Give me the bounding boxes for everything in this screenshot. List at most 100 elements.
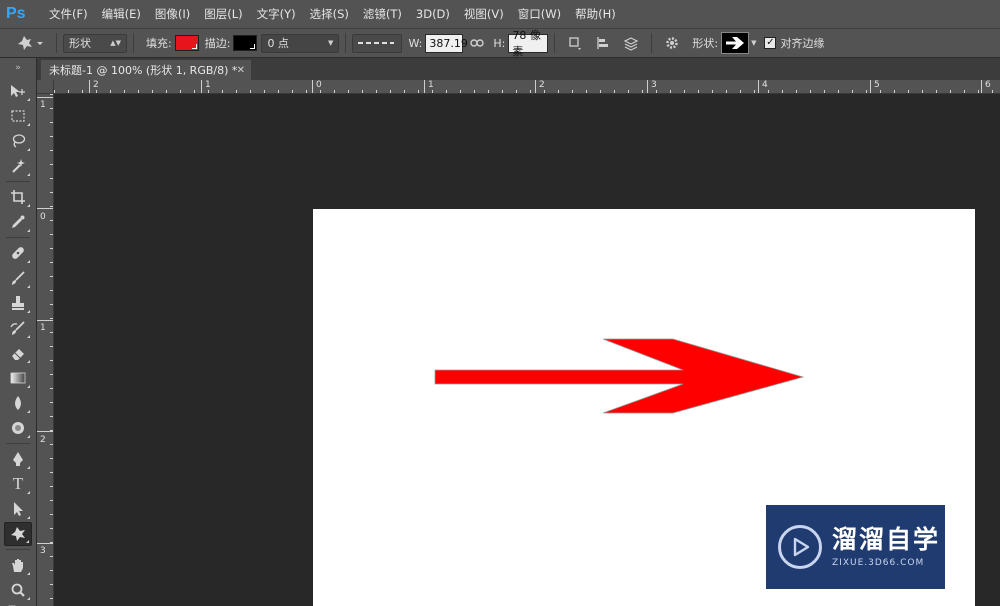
ruler-ticks xyxy=(54,80,993,93)
path-alignment-icon xyxy=(597,37,609,49)
photoshop-logo: Ps xyxy=(6,5,26,22)
gear-icon xyxy=(666,37,679,49)
stroke-color-swatch[interactable] xyxy=(233,35,258,51)
marquee-tool-icon[interactable] xyxy=(4,104,32,128)
path-arrangement-icon xyxy=(624,37,639,51)
watermark-title: 溜溜自学 xyxy=(832,525,941,555)
watermark-url: ZIXUE.3D66.COM xyxy=(832,557,925,568)
crop-tool-icon[interactable] xyxy=(4,185,32,209)
stroke-label: 描边: xyxy=(204,37,231,50)
menu-image[interactable]: 图像(I) xyxy=(148,6,197,22)
menu-type[interactable]: 文字(Y) xyxy=(250,6,303,22)
path-selection-tool-icon[interactable] xyxy=(4,497,32,521)
document-tab-bar: 未标题-1 @ 100% (形状 1, RGB/8) * ✕ xyxy=(37,58,1000,80)
panel-collapse-icon[interactable]: » xyxy=(0,58,36,78)
ruler-tick-label: 3 xyxy=(40,546,46,556)
tool-mode-value: 形状 xyxy=(69,37,91,50)
align-edges-label: 对齐边缘 xyxy=(780,37,825,50)
options-bar: 形状 ▲▼ 填充: 描边: 0 点 ▼ W: 387.19 H: 78 像素 形… xyxy=(0,28,1000,58)
ruler-tick-label: 1 xyxy=(205,80,211,90)
path-arrangement-button[interactable] xyxy=(620,33,642,53)
menu-view[interactable]: 视图(V) xyxy=(457,6,511,22)
ruler-tick-label: 2 xyxy=(539,80,545,90)
chevron-down-icon[interactable]: ▼ xyxy=(751,39,756,47)
vertical-ruler[interactable]: 1 0 1 2 3 xyxy=(37,94,54,606)
separator xyxy=(6,237,30,238)
menu-edit[interactable]: 编辑(E) xyxy=(95,6,148,22)
separator xyxy=(133,33,134,53)
height-input[interactable]: 78 像素 xyxy=(508,29,549,58)
gradient-tool-icon[interactable] xyxy=(4,366,32,390)
pen-tool-icon[interactable] xyxy=(4,447,32,471)
zoom-tool-icon[interactable] xyxy=(4,578,32,602)
ruler-tick-label: 1 xyxy=(40,100,46,110)
healing-brush-tool-icon[interactable] xyxy=(4,241,32,265)
menu-filter[interactable]: 滤镜(T) xyxy=(356,6,409,22)
ruler-tick-label: 2 xyxy=(40,435,46,445)
document-tab-title: 未标题-1 @ 100% (形状 1, RGB/8) * xyxy=(49,64,238,77)
history-brush-tool-icon[interactable] xyxy=(4,316,32,340)
eyedropper-tool-icon[interactable] xyxy=(4,210,32,234)
shape-label: 形状: xyxy=(692,37,719,50)
ruler-tick-label: 0 xyxy=(40,212,46,222)
tool-mode-select[interactable]: 形状 ▲▼ xyxy=(63,33,127,53)
menu-3d[interactable]: 3D(D) xyxy=(409,7,457,21)
brush-tool-icon[interactable] xyxy=(4,266,32,290)
separator xyxy=(554,33,556,53)
arrow-shape-icon xyxy=(726,37,745,49)
lasso-tool-icon[interactable] xyxy=(4,129,32,153)
tools-panel: » T xyxy=(0,58,37,606)
separator xyxy=(6,181,30,182)
custom-shape-tool-icon[interactable] xyxy=(4,522,32,546)
separator xyxy=(56,33,57,53)
watermark-logo: 溜溜自学 ZIXUE.3D66.COM xyxy=(766,505,945,589)
chevron-updown-icon: ▲▼ xyxy=(110,39,121,47)
close-icon[interactable]: ✕ xyxy=(237,65,245,76)
ruler-tick-label: 1 xyxy=(428,80,434,90)
width-label: W: xyxy=(408,36,423,50)
separator xyxy=(6,549,30,550)
menu-bar: Ps 文件(F) 编辑(E) 图像(I) 图层(L) 文字(Y) 选择(S) 滤… xyxy=(0,0,1000,28)
menu-window[interactable]: 窗口(W) xyxy=(511,6,568,22)
separator xyxy=(651,33,653,53)
magic-wand-tool-icon[interactable] xyxy=(4,154,32,178)
move-tool-icon[interactable] xyxy=(4,79,32,103)
stroke-type-select[interactable] xyxy=(352,33,403,53)
ruler-origin[interactable] xyxy=(37,80,54,94)
tool-preset-picker[interactable] xyxy=(10,32,50,54)
link-icon xyxy=(470,39,485,47)
ruler-tick-label: 4 xyxy=(762,80,768,90)
ruler-tick-label: 6 xyxy=(985,80,991,90)
stroke-width-field[interactable]: 0 点 ▼ xyxy=(261,33,340,53)
custom-shape-preset-icon xyxy=(18,36,43,50)
shape-picker[interactable] xyxy=(721,32,750,54)
document-tab[interactable]: 未标题-1 @ 100% (形状 1, RGB/8) * ✕ xyxy=(41,60,251,80)
path-operations-icon xyxy=(569,37,582,50)
horizontal-ruler[interactable]: 2 1 0 1 2 3 4 5 6 xyxy=(54,80,1000,94)
fill-color-swatch[interactable] xyxy=(174,35,199,51)
ruler-ticks xyxy=(37,94,53,599)
menu-layer[interactable]: 图层(L) xyxy=(197,6,249,22)
height-label: H: xyxy=(493,36,506,50)
menu-select[interactable]: 选择(S) xyxy=(303,6,356,22)
play-icon xyxy=(778,525,822,569)
type-tool-icon[interactable]: T xyxy=(4,472,32,496)
fill-label: 填充: xyxy=(146,37,172,50)
blur-tool-icon[interactable] xyxy=(4,391,32,415)
link-dimensions-button[interactable] xyxy=(466,33,488,53)
eraser-tool-icon[interactable] xyxy=(4,341,32,365)
dashed-line-icon xyxy=(358,42,395,44)
path-operations-button[interactable] xyxy=(564,33,586,53)
align-edges-checkbox[interactable]: ✓ xyxy=(764,37,777,49)
path-alignment-button[interactable] xyxy=(592,33,614,53)
hand-tool-icon[interactable] xyxy=(4,553,32,577)
menu-file[interactable]: 文件(F) xyxy=(42,6,95,22)
clone-stamp-tool-icon[interactable] xyxy=(4,291,32,315)
stroke-width-value: 0 点 xyxy=(267,37,289,50)
menu-help[interactable]: 帮助(H) xyxy=(568,6,623,22)
width-input[interactable]: 387.19 xyxy=(425,33,468,53)
dodge-tool-icon[interactable] xyxy=(4,416,32,440)
ruler-tick-label: 3 xyxy=(651,80,657,90)
geometry-settings-button[interactable] xyxy=(661,33,683,53)
ruler-tick-label: 0 xyxy=(316,80,322,90)
